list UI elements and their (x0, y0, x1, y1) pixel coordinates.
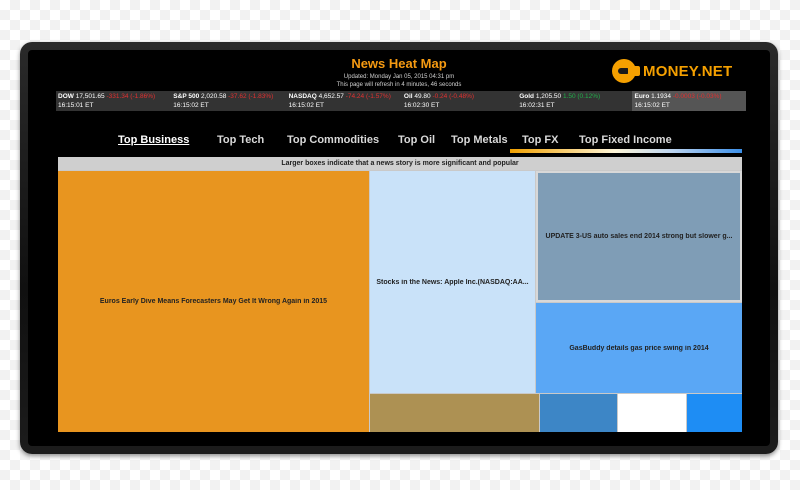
screen: News Heat Map Updated: Monday Jan 05, 20… (28, 50, 770, 446)
ticker-time: 16:02:30 ET (403, 101, 440, 109)
heatmap-cell-auto-sales[interactable]: UPDATE 3-US auto sales end 2014 strong b… (536, 171, 742, 302)
heatmap-cell-apple-stocks[interactable]: Stocks in the News: Apple Inc.(NASDAQ:AA… (370, 171, 535, 393)
heatmap-cell-small-3[interactable] (618, 394, 686, 432)
tab-top-oil[interactable]: Top Oil (398, 134, 435, 146)
ticker-change: -0.24 (-0.48%) (432, 93, 475, 100)
cell-headline: Stocks in the News: Apple Inc.(NASDAQ:AA… (376, 278, 529, 286)
tab-top-fixed-income[interactable]: Top Fixed Income (579, 134, 672, 146)
ticker-change: -37.62 (-1.83%) (228, 93, 274, 100)
logo-text: MONEY.NET (643, 62, 733, 80)
ticker-change: -0.0003 (-0.03%) (672, 93, 722, 100)
ticker-item-sp500[interactable]: S&P 500 2,020.58 -37.62 (-1.83%) 16:15:0… (171, 91, 286, 111)
ticker-time: 16:02:31 ET (519, 101, 555, 109)
tab-top-tech[interactable]: Top Tech (217, 134, 264, 146)
ticker-name: Oil (403, 93, 413, 100)
ticker-item-gold[interactable]: Gold 1,205.50 1.50 (0.12%) 16:02:31 ET (517, 91, 632, 111)
ticker-value: 1,205.50 (535, 93, 562, 100)
heatmap-caption: Larger boxes indicate that a news story … (58, 157, 742, 170)
category-tabs: Top Business Top Tech Top Commodities To… (28, 134, 770, 150)
heatmap-cell-small-4[interactable] (687, 394, 742, 432)
cell-headline: GasBuddy details gas price swing in 2014 (569, 344, 709, 352)
cell-headline: Euros Early Dive Means Forecasters May G… (99, 298, 328, 305)
ticker-change: -331.34 (-1.86%) (106, 93, 156, 100)
ticker-time: 16:15:02 ET (288, 101, 325, 109)
tab-top-commodities[interactable]: Top Commodities (287, 134, 379, 146)
ticker-value: 4,652.57 (318, 93, 344, 100)
ticker-name: S&P 500 (173, 93, 200, 100)
ticker-name: Euro (634, 93, 650, 100)
ticker-time: 16:15:01 ET (58, 101, 94, 109)
ticker-name: NASDAQ (288, 93, 317, 100)
tab-top-metals[interactable]: Top Metals (451, 134, 508, 146)
ticker-item-oil[interactable]: Oil 49.80 -0.24 (-0.48%) 16:02:30 ET (402, 91, 517, 111)
tab-top-fx[interactable]: Top FX (522, 134, 558, 146)
heatmap-cell-small-2[interactable] (540, 394, 617, 432)
ticker-value: 1.1934 (651, 93, 671, 100)
ticker-name: DOW (58, 93, 74, 100)
significance-color-scale (510, 149, 742, 153)
ticker-value: 17,501.65 (75, 93, 105, 100)
ticker-item-dow[interactable]: DOW 17,501.65 -331.34 (-1.86%) 16:15:01 … (56, 91, 171, 111)
ticker-time: 16:15:02 ET (173, 101, 209, 109)
news-heatmap: Larger boxes indicate that a news story … (58, 157, 742, 432)
ticker-name: Gold (519, 93, 534, 100)
ticker-time: 16:15:02 ET (634, 101, 670, 109)
ticker-item-nasdaq[interactable]: NASDAQ 4,652.57 -74.24 (-1.57%) 16:15:02… (287, 91, 402, 111)
heatmap-cell-small-1[interactable] (370, 394, 539, 432)
tablet-frame: News Heat Map Updated: Monday Jan 05, 20… (20, 42, 778, 454)
ticker-change: 1.50 (0.12%) (562, 93, 601, 100)
tab-top-business[interactable]: Top Business (118, 134, 189, 146)
cell-headline: UPDATE 3-US auto sales end 2014 strong b… (545, 233, 733, 240)
heatmap-cell-gasbuddy[interactable]: GasBuddy details gas price swing in 2014 (536, 303, 742, 393)
ticker-value: 49.80 (414, 93, 431, 100)
money-net-logo[interactable]: MONEY.NET (612, 59, 732, 83)
coin-icon (612, 59, 640, 83)
heatmap-cell-euros-dive[interactable]: Euros Early Dive Means Forecasters May G… (58, 171, 369, 432)
ticker-value: 2,020.58 (201, 93, 227, 100)
ticker-item-euro[interactable]: Euro 1.1934 -0.0003 (-0.03%) 16:15:02 ET (632, 91, 746, 111)
market-ticker: DOW 17,501.65 -331.34 (-1.86%) 16:15:01 … (56, 91, 746, 111)
ticker-change: -74.24 (-1.57%) (345, 93, 391, 100)
